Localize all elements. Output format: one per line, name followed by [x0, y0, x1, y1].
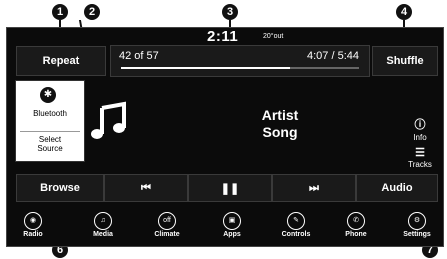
nav-climate-label: Climate — [154, 231, 180, 238]
progress-bar[interactable] — [121, 67, 359, 69]
audio-label: Audio — [381, 182, 413, 194]
next-icon: ⏭ — [309, 181, 319, 194]
select-source-label[interactable]: Select Source — [16, 135, 84, 153]
apps-icon: ▣ — [223, 212, 241, 230]
browse-label: Browse — [40, 182, 80, 194]
callout-2: 2 — [84, 4, 100, 20]
callout-3: 3 — [222, 4, 238, 20]
song-title: Song — [262, 124, 298, 140]
next-track-button[interactable]: ⏭ — [272, 174, 356, 202]
outside-temp: 20°out — [263, 33, 284, 40]
pause-icon: ❚❚ — [220, 182, 240, 195]
phone-icon: ✆ — [347, 212, 365, 230]
tracks-button[interactable]: ☰ Tracks — [400, 146, 440, 169]
previous-track-button[interactable]: ⏮ — [104, 174, 188, 202]
nav-settings-label: Settings — [403, 231, 431, 238]
shuffle-button[interactable]: Shuffle — [372, 46, 438, 76]
nav-controls-label: Controls — [281, 231, 311, 238]
radio-icon: ◉ — [24, 212, 42, 230]
track-position: 42 of 57 — [119, 50, 159, 62]
nav-settings[interactable]: ⚙ Settings — [392, 212, 442, 238]
nav-media[interactable]: ♫ Media — [78, 212, 128, 238]
time-position: 4:07 / 5:44 — [307, 50, 359, 62]
nav-controls[interactable]: ✎ Controls — [271, 212, 321, 238]
settings-icon: ⚙ — [408, 212, 426, 230]
info-button[interactable]: ⓘ Info — [400, 116, 440, 142]
source-divider — [20, 131, 80, 132]
pause-button[interactable]: ❚❚ — [188, 174, 272, 202]
nav-climate[interactable]: off Climate — [142, 212, 192, 238]
source-panel[interactable]: ✱ Bluetooth Select Source — [15, 80, 85, 162]
repeat-label: Repeat — [42, 55, 80, 67]
media-icon: ♫ — [94, 212, 112, 230]
nav-apps[interactable]: ▣ Apps — [207, 212, 257, 238]
music-note-icon — [88, 100, 132, 149]
shuffle-label: Shuffle — [386, 55, 424, 67]
nav-radio[interactable]: ◉ Radio — [8, 212, 58, 238]
bluetooth-label: Bluetooth — [33, 109, 67, 118]
clock: 2:11 — [207, 28, 239, 45]
list-icon: ☰ — [415, 147, 425, 159]
artist-name: Artist — [261, 107, 299, 123]
tracks-label: Tracks — [408, 160, 432, 169]
climate-icon: off — [158, 212, 176, 230]
now-playing-bar: 42 of 57 4:07 / 5:44 — [110, 45, 370, 77]
info-label: Info — [413, 133, 427, 142]
info-icon: ⓘ — [414, 119, 426, 131]
nav-media-label: Media — [93, 231, 113, 238]
repeat-button[interactable]: Repeat — [16, 46, 106, 76]
browse-button[interactable]: Browse — [16, 174, 104, 202]
nav-radio-label: Radio — [23, 231, 43, 238]
audio-button[interactable]: Audio — [356, 174, 438, 202]
progress-fill — [121, 67, 290, 69]
nav-apps-label: Apps — [223, 231, 241, 238]
callout-1: 1 — [52, 4, 68, 20]
callout-4: 4 — [396, 4, 412, 20]
nav-phone-label: Phone — [345, 231, 367, 238]
bluetooth-icon: ✱ — [40, 87, 56, 103]
previous-icon: ⏮ — [141, 181, 151, 194]
nav-phone[interactable]: ✆ Phone — [331, 212, 381, 238]
controls-icon: ✎ — [287, 212, 305, 230]
